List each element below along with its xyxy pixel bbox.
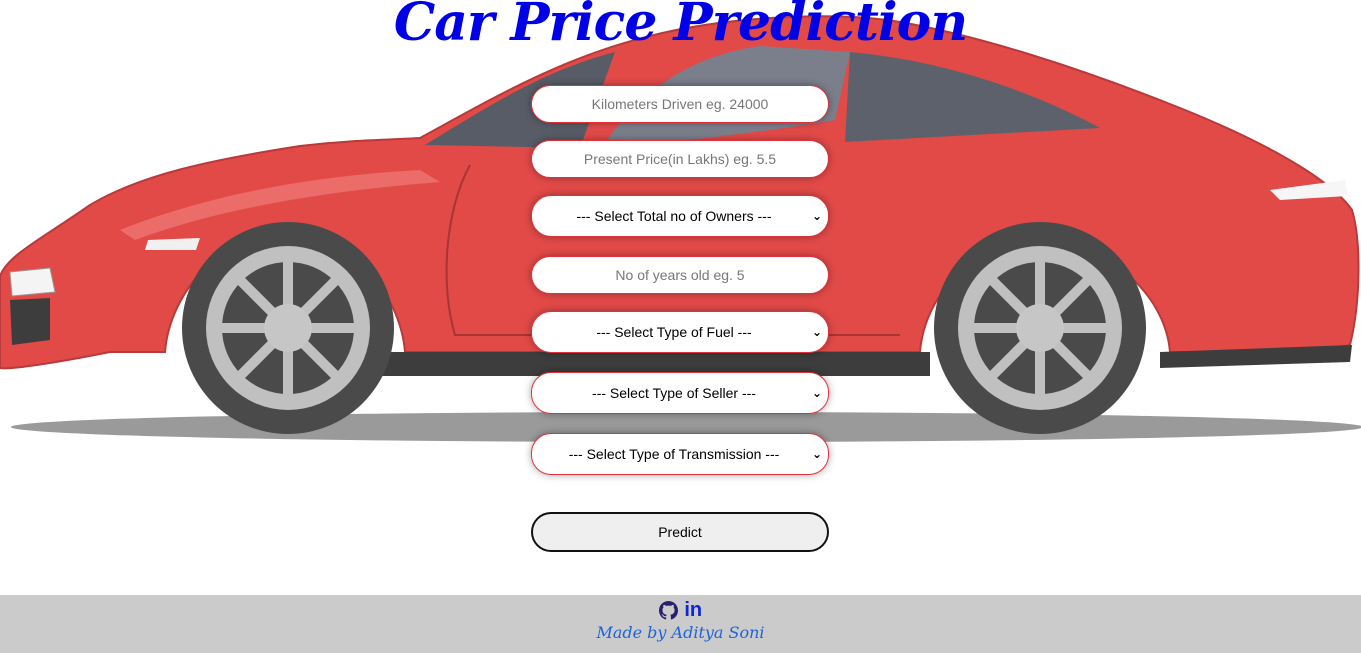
owners-select[interactable]: --- Select Total no of Owners --- xyxy=(531,195,829,237)
linkedin-icon[interactable]: in xyxy=(684,600,702,620)
seller-type-select[interactable]: --- Select Type of Seller --- xyxy=(531,372,829,414)
kms-driven-input[interactable] xyxy=(531,85,829,123)
transmission-select[interactable]: --- Select Type of Transmission --- xyxy=(531,433,829,475)
page-title: Car Price Prediction xyxy=(393,0,968,53)
front-wheel xyxy=(182,222,394,434)
social-links: in xyxy=(0,600,1361,620)
github-icon[interactable] xyxy=(658,600,678,620)
present-price-input[interactable] xyxy=(531,140,829,178)
predict-button[interactable]: Predict xyxy=(531,512,829,552)
car-front-vent xyxy=(10,298,50,345)
author-credit: Made by Aditya Soni xyxy=(596,623,765,642)
car-headlight xyxy=(9,267,56,297)
footer: in Made by Aditya Soni xyxy=(0,595,1361,653)
rear-wheel xyxy=(934,222,1146,434)
fuel-type-select[interactable]: --- Select Type of Fuel --- xyxy=(531,311,829,353)
car-side-marker xyxy=(145,238,200,250)
years-old-input[interactable] xyxy=(531,256,829,294)
